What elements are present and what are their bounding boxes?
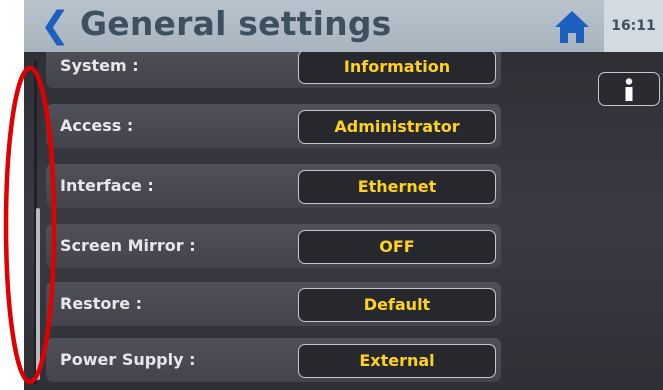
- setting-row-restore: Restore : Default: [46, 282, 501, 326]
- scrollbar-thumb[interactable]: [36, 208, 40, 380]
- setting-row-screen-mirror: Screen Mirror : OFF: [46, 224, 501, 268]
- header-bar: ❮ General settings 16:11: [24, 0, 663, 52]
- setting-row-interface: Interface : Ethernet: [46, 164, 501, 208]
- back-chevron-icon[interactable]: ❮: [40, 4, 70, 48]
- setting-label: System :: [60, 56, 139, 75]
- setting-label: Access :: [60, 116, 134, 135]
- page-title: General settings: [80, 4, 392, 43]
- setting-row-power-supply: Power Supply : External: [46, 338, 501, 382]
- setting-label: Power Supply :: [60, 350, 196, 369]
- settings-panel: System : Information Access : Administra…: [24, 52, 663, 390]
- system-value-button[interactable]: Information: [298, 52, 496, 84]
- setting-label: Interface :: [60, 176, 154, 195]
- restore-value-button[interactable]: Default: [298, 288, 496, 322]
- clock-display: 16:11: [604, 0, 663, 52]
- setting-label: Restore :: [60, 294, 143, 313]
- home-icon[interactable]: [552, 8, 592, 46]
- setting-row-access: Access : Administrator: [46, 104, 501, 148]
- setting-label: Screen Mirror :: [60, 236, 196, 255]
- info-button[interactable]: [598, 72, 660, 106]
- info-icon: [625, 78, 633, 101]
- power-supply-value-button[interactable]: External: [298, 344, 496, 378]
- screen-mirror-value-button[interactable]: OFF: [298, 230, 496, 264]
- interface-value-button[interactable]: Ethernet: [298, 170, 496, 204]
- access-value-button[interactable]: Administrator: [298, 110, 496, 144]
- setting-row-system: System : Information: [46, 52, 501, 88]
